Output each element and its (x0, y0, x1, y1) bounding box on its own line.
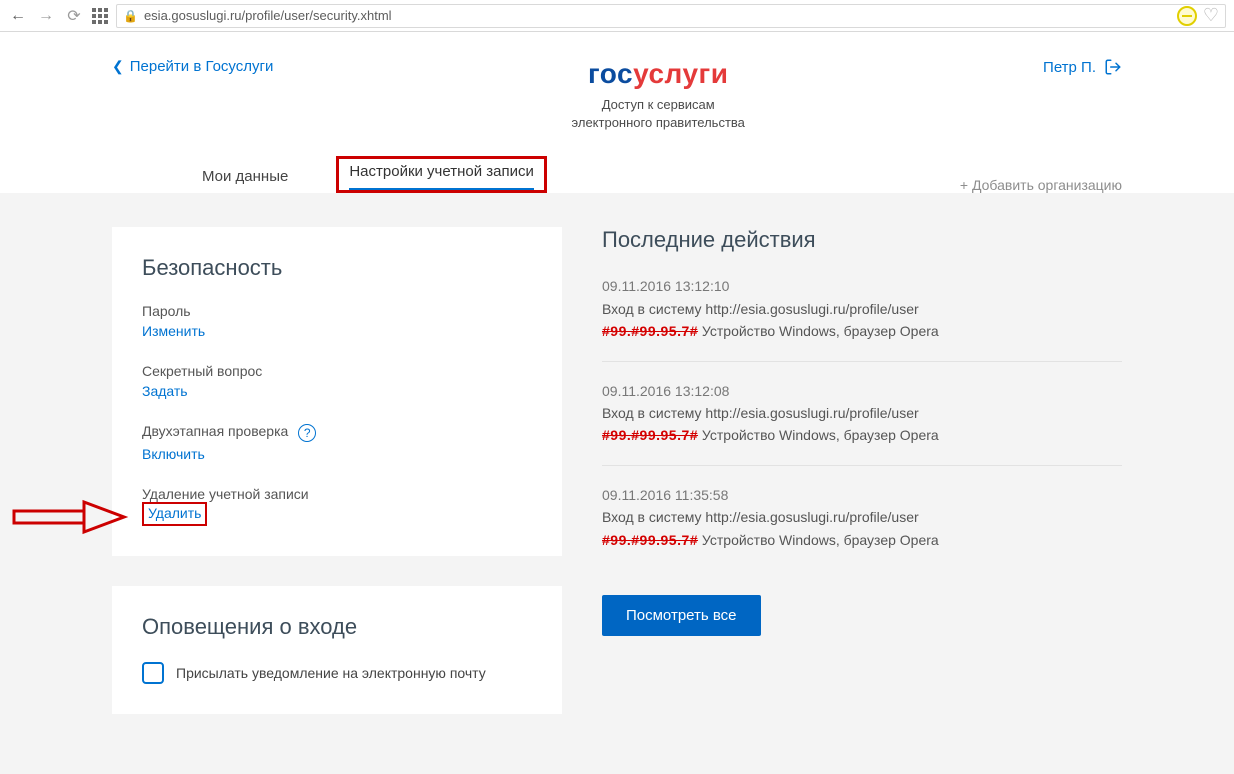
redacted-ip: #99.#99.95.7# (602, 427, 698, 443)
back-to-gosuslugi-link[interactable]: ❮ Перейти в Госуслуги (112, 58, 273, 75)
delete-account-block: Удаление учетной записи Удалить (142, 486, 532, 526)
page-header: ❮ Перейти в Госуслуги госуслуги Доступ к… (112, 32, 1122, 132)
activity-date: 09.11.2016 13:12:10 (602, 275, 1122, 297)
annotation-box-delete: Удалить (142, 502, 207, 526)
delete-label: Удаление учетной записи (142, 486, 532, 502)
two-step-enable-link[interactable]: Включить (142, 446, 205, 462)
activity-line: Вход в систему http://esia.gosuslugi.ru/… (602, 402, 1122, 424)
chevron-left-icon: ❮ (112, 58, 124, 75)
nav-back-icon[interactable]: ← (8, 6, 28, 26)
browser-chrome: ← → ⟳ 🔒 esia.gosuslugi.ru/profile/user/s… (0, 0, 1234, 32)
annotation-arrow (14, 502, 124, 532)
activity-line: Вход в систему http://esia.gosuslugi.ru/… (602, 298, 1122, 320)
add-organization-link[interactable]: Добавить организацию (960, 177, 1122, 193)
security-title: Безопасность (142, 255, 532, 281)
help-icon[interactable]: ? (298, 424, 316, 442)
logo-part2: услуги (633, 58, 728, 89)
activity-item: 09.11.2016 11:35:58 Вход в систему http:… (602, 484, 1122, 569)
activity-title: Последние действия (602, 227, 1122, 253)
logout-icon[interactable] (1104, 58, 1122, 76)
nav-reload-icon[interactable]: ⟳ (64, 6, 84, 26)
content-area: Безопасность Пароль Изменить Секретный в… (0, 193, 1234, 773)
tagline-l2: электронного правительства (572, 115, 745, 130)
nav-forward-icon[interactable]: → (36, 6, 56, 26)
tab-my-data[interactable]: Мои данные (202, 168, 288, 193)
brand: госуслуги Доступ к сервисам электронного… (273, 58, 1043, 132)
tabs-row: Мои данные Настройки учетной записи Доба… (112, 156, 1122, 193)
activity-line: Вход в систему http://esia.gosuslugi.ru/… (602, 506, 1122, 528)
activity-item: 09.11.2016 13:12:08 Вход в систему http:… (602, 380, 1122, 466)
notifications-title: Оповещения о входе (142, 614, 532, 640)
activity-date: 09.11.2016 11:35:58 (602, 484, 1122, 506)
noentry-icon[interactable] (1177, 6, 1197, 26)
secret-question-block: Секретный вопрос Задать (142, 363, 532, 401)
two-step-label: Двухэтапная проверка ? (142, 423, 532, 441)
delete-account-link[interactable]: Удалить (148, 505, 201, 521)
password-block: Пароль Изменить (142, 303, 532, 341)
password-label: Пароль (142, 303, 532, 319)
activity-item: 09.11.2016 13:12:10 Вход в систему http:… (602, 275, 1122, 361)
apps-icon[interactable] (92, 8, 108, 24)
tagline: Доступ к сервисам электронного правитель… (572, 96, 745, 132)
activity-detail: #99.#99.95.7# Устройство Windows, браузе… (602, 320, 1122, 342)
redacted-ip: #99.#99.95.7# (602, 323, 698, 339)
tagline-l1: Доступ к сервисам (602, 97, 715, 112)
activity-detail: #99.#99.95.7# Устройство Windows, браузе… (602, 529, 1122, 551)
tab-account-settings[interactable]: Настройки учетной записи (349, 163, 534, 190)
activity-date: 09.11.2016 13:12:08 (602, 380, 1122, 402)
email-notify-row: Присылать уведомление на электронную поч… (142, 662, 532, 684)
heart-icon[interactable]: ♡ (1203, 5, 1219, 26)
url-text: esia.gosuslugi.ru/profile/user/security.… (144, 8, 1171, 23)
notifications-card: Оповещения о входе Присылать уведомление… (112, 586, 562, 714)
activity-detail: #99.#99.95.7# Устройство Windows, браузе… (602, 424, 1122, 446)
password-change-link[interactable]: Изменить (142, 323, 205, 339)
url-bar[interactable]: 🔒 esia.gosuslugi.ru/profile/user/securit… (116, 4, 1226, 28)
activity-panel: Последние действия 09.11.2016 13:12:10 В… (602, 227, 1122, 636)
email-notify-checkbox[interactable] (142, 662, 164, 684)
secret-q-label: Секретный вопрос (142, 363, 532, 379)
lock-icon: 🔒 (123, 9, 138, 23)
logo: госуслуги (588, 58, 728, 90)
redacted-ip: #99.#99.95.7# (602, 532, 698, 548)
email-notify-label: Присылать уведомление на электронную поч… (176, 665, 486, 681)
annotation-box-tab: Настройки учетной записи (336, 156, 547, 193)
user-name: Петр П. (1043, 59, 1096, 76)
view-all-button[interactable]: Посмотреть все (602, 595, 761, 636)
logo-part1: гос (588, 58, 633, 89)
user-area[interactable]: Петр П. (1043, 58, 1122, 76)
two-step-block: Двухэтапная проверка ? Включить (142, 423, 532, 463)
secret-q-set-link[interactable]: Задать (142, 383, 188, 399)
back-link-label: Перейти в Госуслуги (130, 58, 274, 75)
security-card: Безопасность Пароль Изменить Секретный в… (112, 227, 562, 555)
